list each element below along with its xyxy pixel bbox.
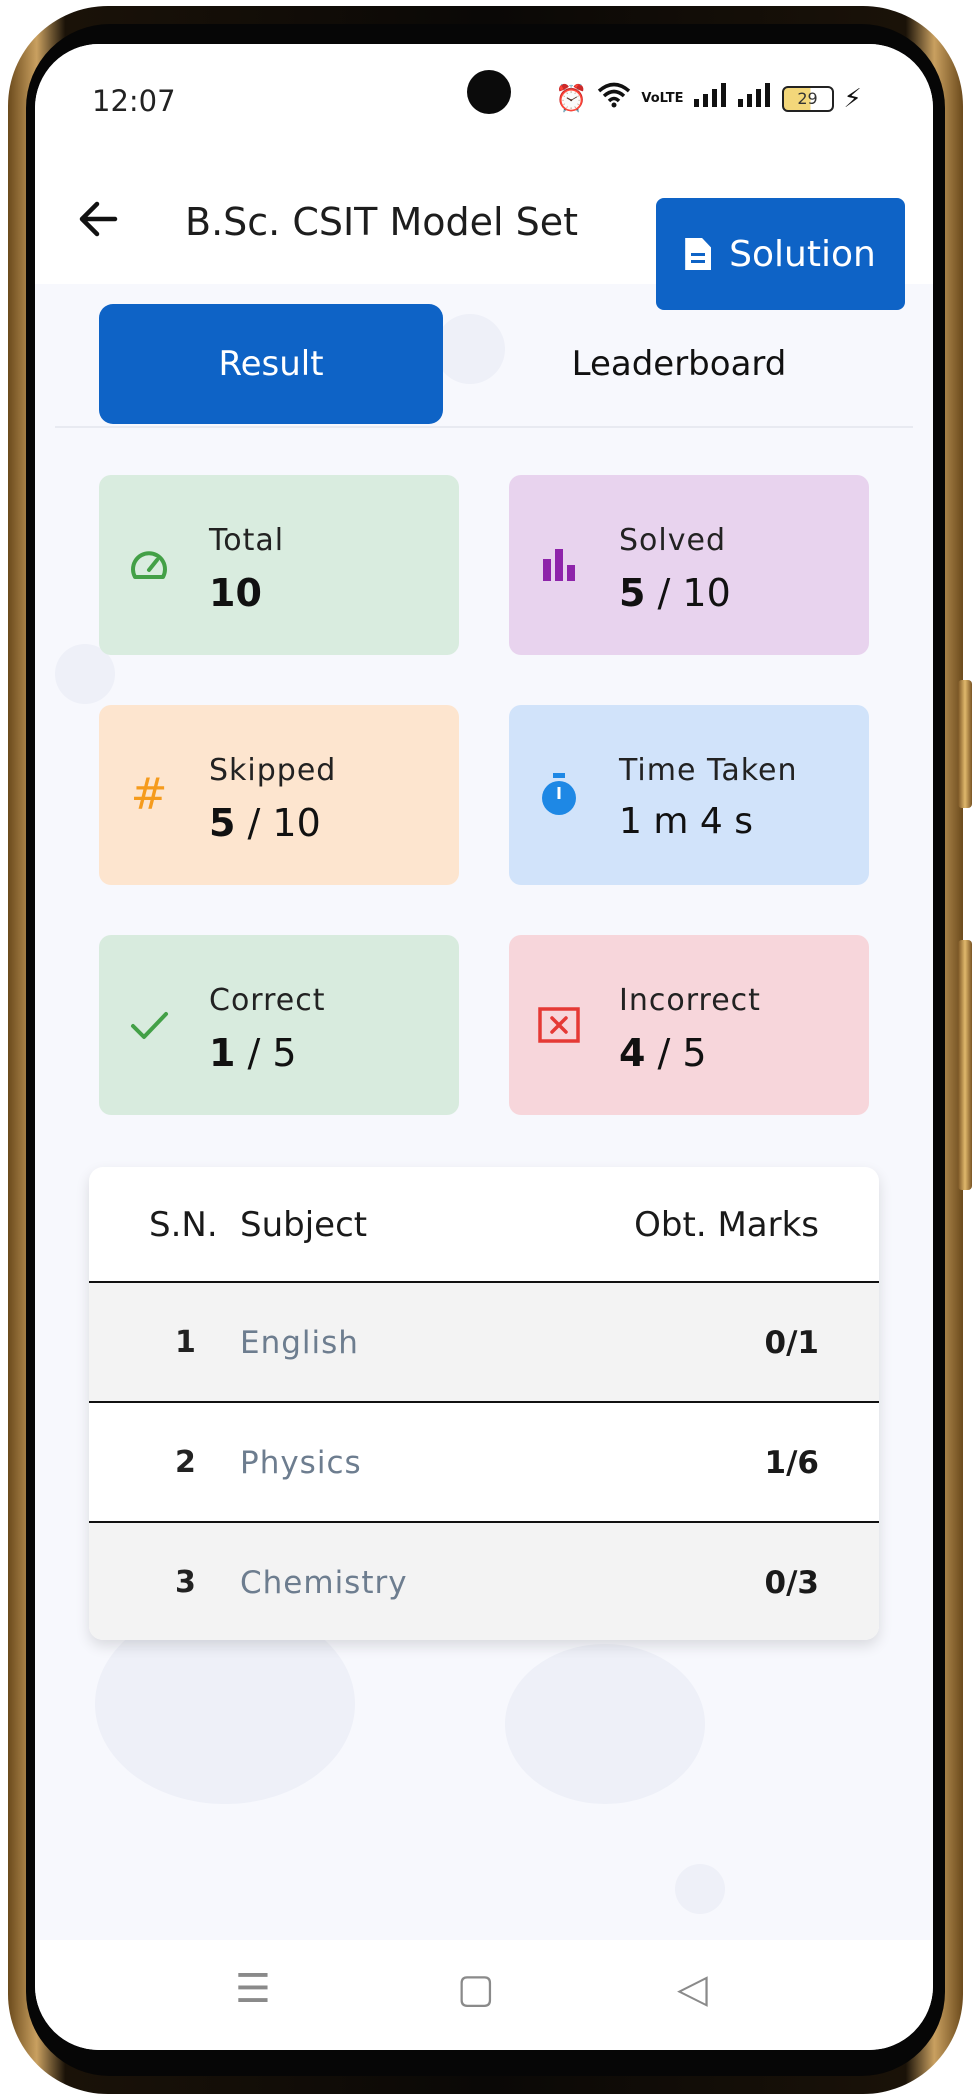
solution-button-label: Solution xyxy=(729,233,876,275)
column-header-sn: S.N. xyxy=(149,1205,218,1245)
stat-label: Skipped xyxy=(209,753,337,788)
row-subject: Chemistry xyxy=(240,1565,408,1601)
stat-number: 1 xyxy=(209,1031,236,1075)
power-button xyxy=(958,940,972,1190)
stat-value: 5 / 10 xyxy=(619,571,731,615)
signal-icon xyxy=(737,83,772,114)
battery-level: 29 xyxy=(797,89,818,108)
clock: 12:07 xyxy=(92,84,176,118)
stat-card-skipped: # Skipped 5 / 10 xyxy=(99,705,459,885)
tab-bar: Result Leaderboard xyxy=(55,304,913,428)
bar-chart-icon xyxy=(537,543,581,587)
background-decoration xyxy=(505,1644,705,1804)
stat-label: Solved xyxy=(619,523,726,558)
table-row: 1 English 0/1 xyxy=(89,1283,879,1403)
stat-total: / 10 xyxy=(247,801,321,845)
stat-total: / 5 xyxy=(657,1031,707,1075)
row-marks: 0/1 xyxy=(764,1325,819,1361)
stat-label: Time Taken xyxy=(619,753,798,788)
volte-icon: VoLTE xyxy=(641,91,684,106)
nav-back-icon[interactable]: ◁ xyxy=(677,1966,708,2012)
stat-value: 1 m 4 s xyxy=(619,801,753,842)
row-marks: 0/3 xyxy=(764,1565,819,1601)
app-bar: B.Sc. CSIT Model Set Solution xyxy=(35,156,933,310)
stopwatch-icon xyxy=(537,773,581,817)
row-sn: 1 xyxy=(175,1325,196,1360)
background-decoration xyxy=(675,1864,725,1914)
column-header-subject: Subject xyxy=(240,1205,368,1245)
column-header-marks: Obt. Marks xyxy=(634,1205,819,1245)
alarm-icon: ⏰ xyxy=(555,83,588,114)
check-icon xyxy=(127,1003,171,1047)
stat-value: 5 / 10 xyxy=(209,801,321,845)
stat-value: 1 / 5 xyxy=(209,1031,297,1075)
solution-button[interactable]: Solution xyxy=(656,198,905,310)
stat-card-time-taken: Time Taken 1 m 4 s xyxy=(509,705,869,885)
tab-result[interactable]: Result xyxy=(99,304,443,424)
stat-number: 5 xyxy=(209,801,236,845)
speedometer-icon xyxy=(127,543,171,587)
front-camera xyxy=(467,70,511,114)
menu-icon[interactable]: ☰ xyxy=(235,1966,271,2012)
stat-value: 4 / 5 xyxy=(619,1031,707,1075)
stat-total: / 5 xyxy=(247,1031,297,1075)
wifi-icon xyxy=(597,82,631,115)
table-header: S.N. Subject Obt. Marks xyxy=(89,1167,879,1283)
row-subject: English xyxy=(240,1325,359,1361)
stat-label: Incorrect xyxy=(619,983,761,1018)
stat-label: Correct xyxy=(209,983,326,1018)
signal-icon xyxy=(693,83,728,114)
stat-card-total: Total 10 xyxy=(99,475,459,655)
system-nav-bar: ☰ ▢ ◁ xyxy=(35,1940,933,2050)
status-icons: ⏰ VoLTE 29 ⚡ xyxy=(555,82,862,115)
close-box-icon xyxy=(537,1003,581,1047)
stat-card-correct: Correct 1 / 5 xyxy=(99,935,459,1115)
table-row: 3 Chemistry 0/3 xyxy=(89,1523,879,1640)
subject-marks-table: S.N. Subject Obt. Marks 1 English 0/1 2 … xyxy=(89,1167,879,1640)
tab-leaderboard[interactable]: Leaderboard xyxy=(507,304,851,424)
back-arrow-icon[interactable] xyxy=(75,196,121,249)
app-screen: 12:07 ⏰ VoLTE 29 ⚡ B.Sc. CSIT Model Set … xyxy=(35,44,933,2050)
row-marks: 1/6 xyxy=(764,1445,819,1481)
page-title: B.Sc. CSIT Model Set xyxy=(185,200,579,244)
stat-card-solved: Solved 5 / 10 xyxy=(509,475,869,655)
row-subject: Physics xyxy=(240,1445,362,1481)
stat-total: / 10 xyxy=(657,571,731,615)
battery-icon: 29 xyxy=(781,85,834,112)
row-sn: 3 xyxy=(175,1565,196,1600)
stat-number: 5 xyxy=(619,571,646,615)
stat-value: 10 xyxy=(209,571,262,615)
charging-icon: ⚡ xyxy=(843,83,862,114)
stat-card-incorrect: Incorrect 4 / 5 xyxy=(509,935,869,1115)
table-row: 2 Physics 1/6 xyxy=(89,1403,879,1523)
row-sn: 2 xyxy=(175,1445,196,1480)
volume-button xyxy=(958,680,972,808)
stat-number: 4 xyxy=(619,1031,646,1075)
hash-icon: # xyxy=(130,769,168,820)
stat-label: Total xyxy=(209,523,285,558)
status-bar: 12:07 ⏰ VoLTE 29 ⚡ xyxy=(35,44,933,156)
stat-number: 10 xyxy=(209,571,262,615)
document-icon xyxy=(685,238,712,270)
home-icon[interactable]: ▢ xyxy=(457,1966,495,2012)
